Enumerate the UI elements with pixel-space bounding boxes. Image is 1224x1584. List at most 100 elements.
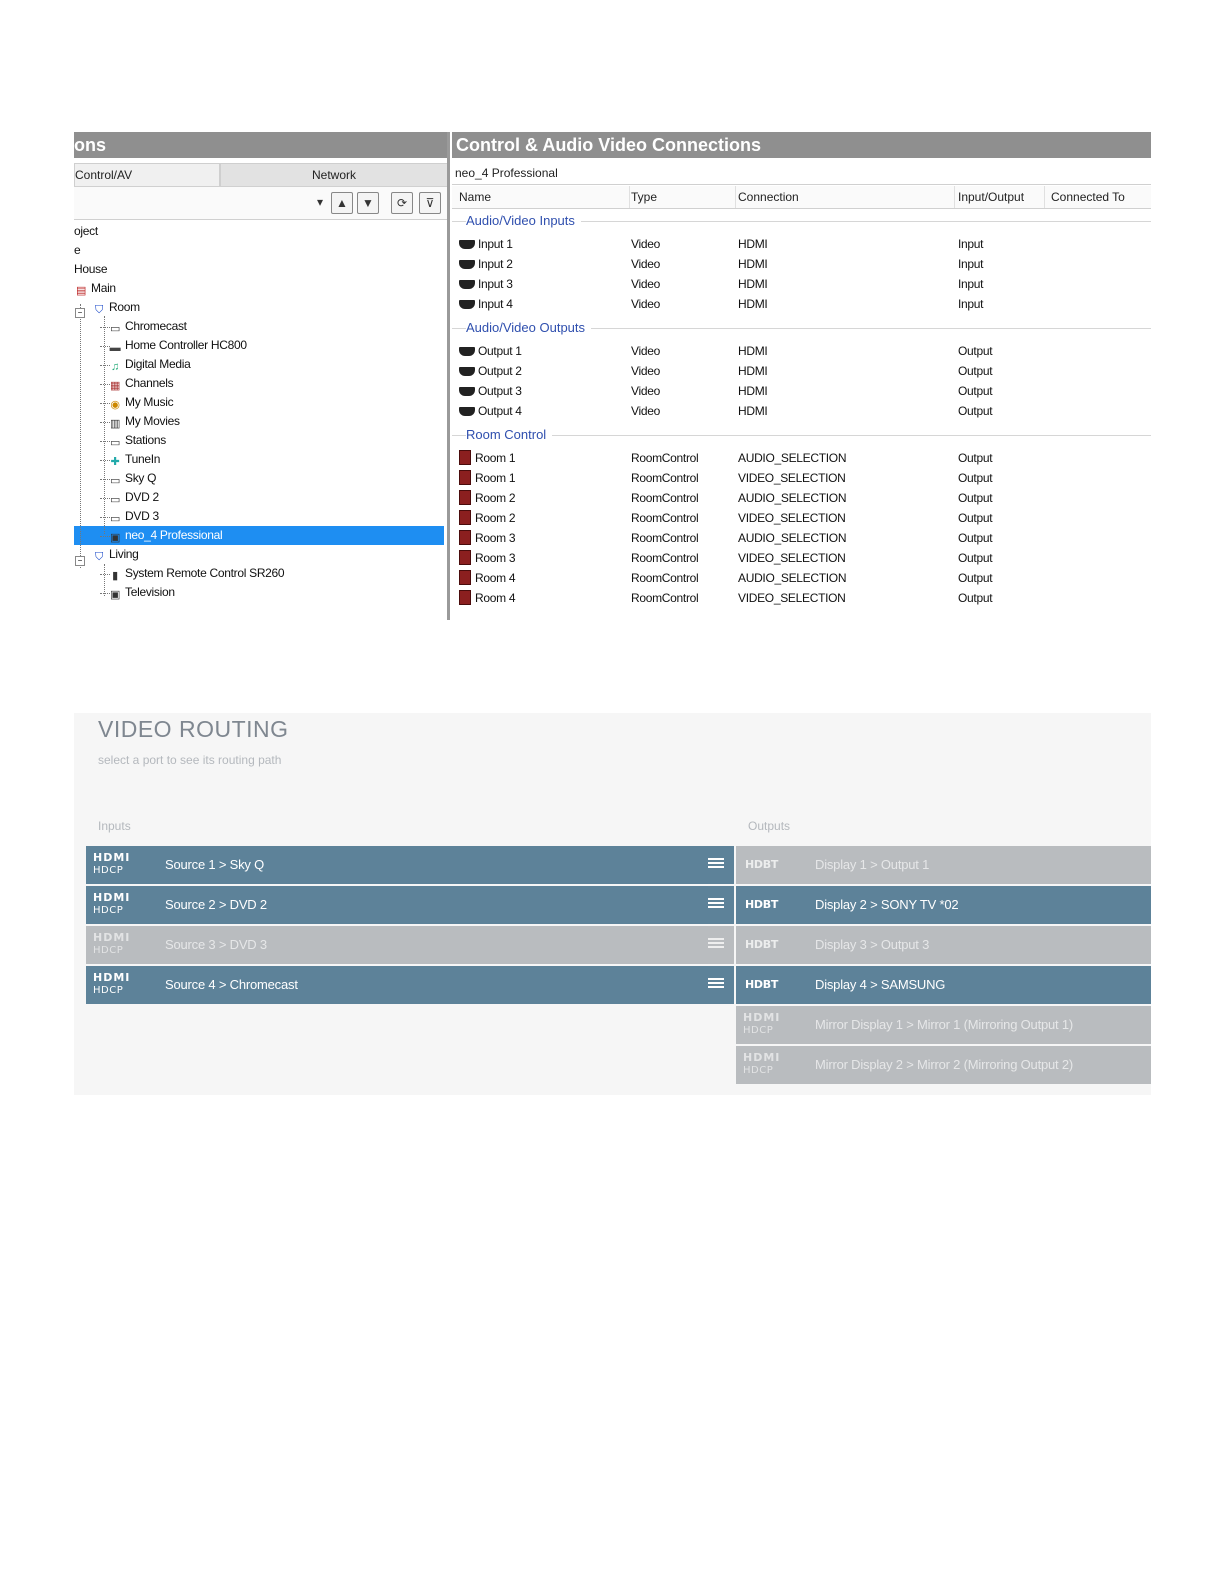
hdmi-logo-text: HDMI — [93, 971, 131, 984]
cell-io: Input — [958, 257, 984, 271]
hdmi-port-icon — [459, 260, 475, 269]
column-type[interactable]: Type — [631, 186, 736, 208]
tree-node[interactable]: ▣ neo_4 Professional — [108, 526, 223, 545]
connection-row[interactable]: Input 2 Video HDMI Input — [452, 254, 1151, 274]
tree-node-label: DVD 3 — [125, 509, 159, 523]
tree-node[interactable]: ◉ My Music — [108, 393, 173, 412]
tree-node[interactable]: ▦ Channels — [108, 374, 174, 393]
cell-connection: AUDIO_SELECTION — [738, 491, 847, 505]
connection-row[interactable]: Room 3 RoomControl VIDEO_SELECTION Output — [452, 548, 1151, 568]
routing-output-row[interactable]: HDBT Display 3 > Output 3 — [736, 926, 1151, 964]
column-input-output[interactable]: Input/Output — [958, 186, 1045, 208]
routing-input-row[interactable]: HDMI HDCP Source 3 > DVD 3 — [86, 926, 734, 964]
routing-input-row[interactable]: HDMI HDCP Source 4 > Chromecast — [86, 966, 734, 1004]
hdmi-port-icon — [459, 347, 475, 356]
list-menu-icon[interactable] — [708, 938, 724, 951]
collapse-toggle-icon[interactable]: − — [75, 556, 85, 566]
connection-row[interactable]: Room 1 RoomControl AUDIO_SELECTION Output — [452, 448, 1151, 468]
device-icon: ▭ — [109, 323, 121, 335]
cell-io: Output — [958, 571, 993, 585]
connection-row[interactable]: Output 4 Video HDMI Output — [452, 401, 1151, 421]
move-down-button[interactable]: ▼ — [357, 192, 379, 214]
routing-input-row[interactable]: HDMI HDCP Source 1 > Sky Q — [86, 846, 734, 884]
tree-node[interactable]: ✚ TuneIn — [108, 450, 161, 469]
tree-node[interactable]: ▣ Television — [108, 583, 175, 602]
cell-io: Output — [958, 491, 993, 505]
shield-icon: ⛉ — [95, 304, 103, 316]
column-name[interactable]: Name — [459, 186, 630, 208]
list-menu-icon[interactable] — [708, 858, 724, 871]
routing-output-row[interactable]: HDBT Display 1 > Output 1 — [736, 846, 1151, 884]
tree-node[interactable]: House — [74, 260, 108, 279]
dropdown-arrow-icon[interactable]: ▾ — [310, 192, 330, 212]
cell-name: Room 4 — [459, 588, 516, 608]
tree-node[interactable]: ⛉ Living — [92, 545, 139, 564]
tree-node[interactable]: ▭ Stations — [108, 431, 166, 450]
tree-node-label: Home Controller HC800 — [125, 338, 247, 352]
hdbaset-icon: HDBT — [745, 978, 779, 991]
column-connection[interactable]: Connection — [738, 186, 955, 208]
device-icon: ▭ — [109, 494, 121, 506]
cell-name: Room 3 — [459, 528, 516, 548]
list-menu-icon[interactable] — [708, 898, 724, 911]
move-up-button[interactable]: ▲ — [331, 192, 353, 214]
routing-output-row[interactable]: HDMI HDCP Mirror Display 2 > Mirror 2 (Mir… — [736, 1046, 1151, 1084]
tree-node[interactable]: ▥ My Movies — [108, 412, 180, 431]
tree-node[interactable]: ▤ Main — [74, 279, 116, 298]
hdbaset-icon: HDBT — [745, 898, 779, 911]
refresh-button[interactable]: ⟳ — [391, 192, 413, 214]
tree-node[interactable]: ▮ System Remote Control SR260 — [108, 564, 285, 583]
tree-node[interactable]: ▬ Home Controller HC800 — [108, 336, 247, 355]
connection-row[interactable]: Output 1 Video HDMI Output — [452, 341, 1151, 361]
list-menu-icon[interactable] — [708, 978, 724, 991]
group-label: Room Control — [466, 426, 553, 444]
tab-network[interactable]: Network — [220, 163, 447, 187]
group-divider — [452, 435, 1151, 436]
hdmi-hdcp-icon: HDMI HDCP — [93, 851, 151, 879]
connection-row[interactable]: Room 2 RoomControl VIDEO_SELECTION Output — [452, 508, 1151, 528]
connection-row[interactable]: Room 4 RoomControl VIDEO_SELECTION Output — [452, 588, 1151, 608]
cell-connection: VIDEO_SELECTION — [738, 591, 846, 605]
routing-subtitle: select a port to see its routing path — [98, 753, 282, 767]
connection-row[interactable]: Output 2 Video HDMI Output — [452, 361, 1151, 381]
tree-node[interactable]: ▭ Chromecast — [108, 317, 187, 336]
cell-name: Output 1 — [459, 341, 522, 361]
connection-row[interactable]: Input 1 Video HDMI Input — [452, 234, 1151, 254]
routing-output-row[interactable]: HDBT Display 2 > SONY TV *02 — [736, 886, 1151, 924]
connection-row[interactable]: Room 1 RoomControl VIDEO_SELECTION Output — [452, 468, 1151, 488]
column-connected-to[interactable]: Connected To — [1051, 186, 1151, 208]
cell-type: Video — [631, 364, 660, 378]
routing-output-row[interactable]: HDMI HDCP Mirror Display 1 > Mirror 1 (Mir… — [736, 1006, 1151, 1044]
connection-row[interactable]: Input 3 Video HDMI Input — [452, 274, 1151, 294]
tree-node-label: neo_4 Professional — [125, 528, 223, 542]
tree-node[interactable]: e — [74, 241, 81, 260]
cell-type: Video — [631, 297, 660, 311]
tree-node[interactable]: ▭ DVD 3 — [108, 507, 159, 526]
tab-control-av[interactable]: Control/AV — [74, 163, 220, 186]
collapse-toggle-icon[interactable]: − — [75, 308, 85, 318]
cell-connection: VIDEO_SELECTION — [738, 471, 846, 485]
tree-node[interactable]: ⛉ Room — [92, 298, 140, 317]
cell-io: Output — [958, 591, 993, 605]
group-label: Audio/Video Outputs — [466, 319, 592, 337]
connection-row[interactable]: Input 4 Video HDMI Input — [452, 294, 1151, 314]
tree-node[interactable]: oject — [74, 222, 98, 241]
connection-row[interactable]: Room 2 RoomControl AUDIO_SELECTION Output — [452, 488, 1151, 508]
room-control-icon — [459, 490, 471, 505]
connection-row[interactable]: Output 3 Video HDMI Output — [452, 381, 1151, 401]
tree-node[interactable]: ▭ Sky Q — [108, 469, 157, 488]
tree-node-label: Main — [91, 281, 116, 295]
routing-input-row[interactable]: HDMI HDCP Source 2 > DVD 2 — [86, 886, 734, 924]
hdmi-port-icon — [459, 240, 475, 249]
filter-button[interactable]: ⊽ — [419, 192, 441, 214]
hdcp-logo-text: HDCP — [93, 865, 124, 876]
tree-node[interactable]: ▭ DVD 2 — [108, 488, 159, 507]
cell-name-text: Input 2 — [478, 257, 513, 271]
routing-output-row[interactable]: HDBT Display 4 > SAMSUNG — [736, 966, 1151, 1004]
tree-node[interactable]: ♫ Digital Media — [108, 355, 191, 374]
cell-name-text: Room 1 — [475, 471, 516, 485]
hdmi-hdcp-icon: HDMI HDCP — [93, 931, 151, 959]
connection-row[interactable]: Room 4 RoomControl AUDIO_SELECTION Output — [452, 568, 1151, 588]
routing-output-label: Display 3 > Output 3 — [815, 937, 930, 952]
connection-row[interactable]: Room 3 RoomControl AUDIO_SELECTION Output — [452, 528, 1151, 548]
